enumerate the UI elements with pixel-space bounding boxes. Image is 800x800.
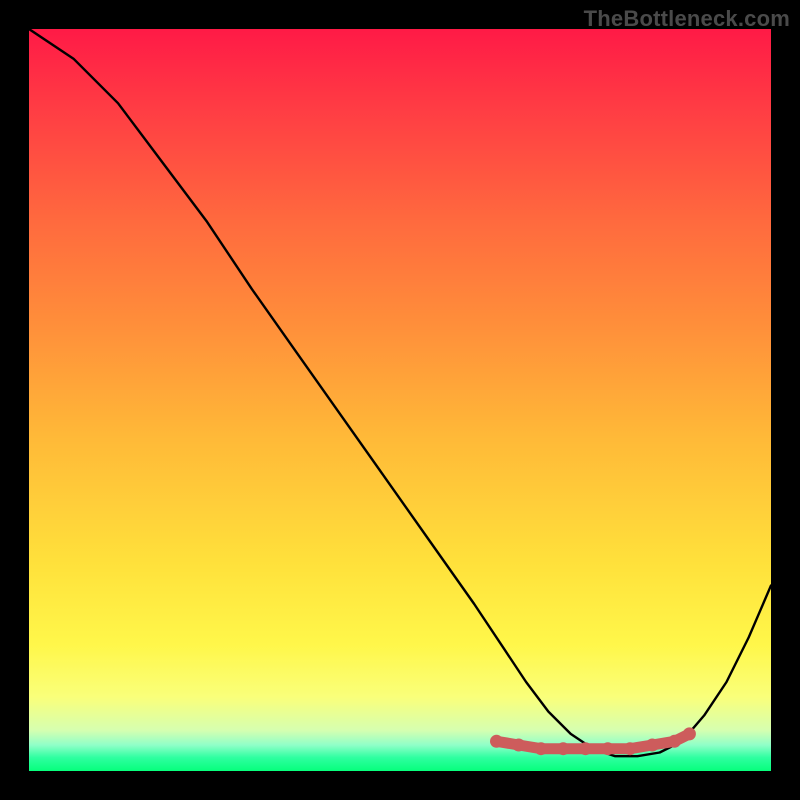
curve-layer	[29, 29, 771, 771]
pink-marker-dot	[668, 735, 681, 748]
plot-area	[29, 29, 771, 771]
pink-marker-dot	[490, 735, 503, 748]
chart-stage: TheBottleneck.com	[0, 0, 800, 800]
pink-marker-dot	[579, 742, 592, 755]
pink-marker-dot	[683, 727, 696, 740]
pink-marker-dot	[557, 742, 570, 755]
pink-floor-stroke	[497, 734, 690, 749]
pink-marker-dot	[646, 739, 659, 752]
pink-marker-dot	[512, 739, 525, 752]
pink-marker-dot	[601, 742, 614, 755]
pink-marker-dot	[624, 742, 637, 755]
pink-marker-dot	[535, 742, 548, 755]
black-curve	[29, 29, 771, 756]
